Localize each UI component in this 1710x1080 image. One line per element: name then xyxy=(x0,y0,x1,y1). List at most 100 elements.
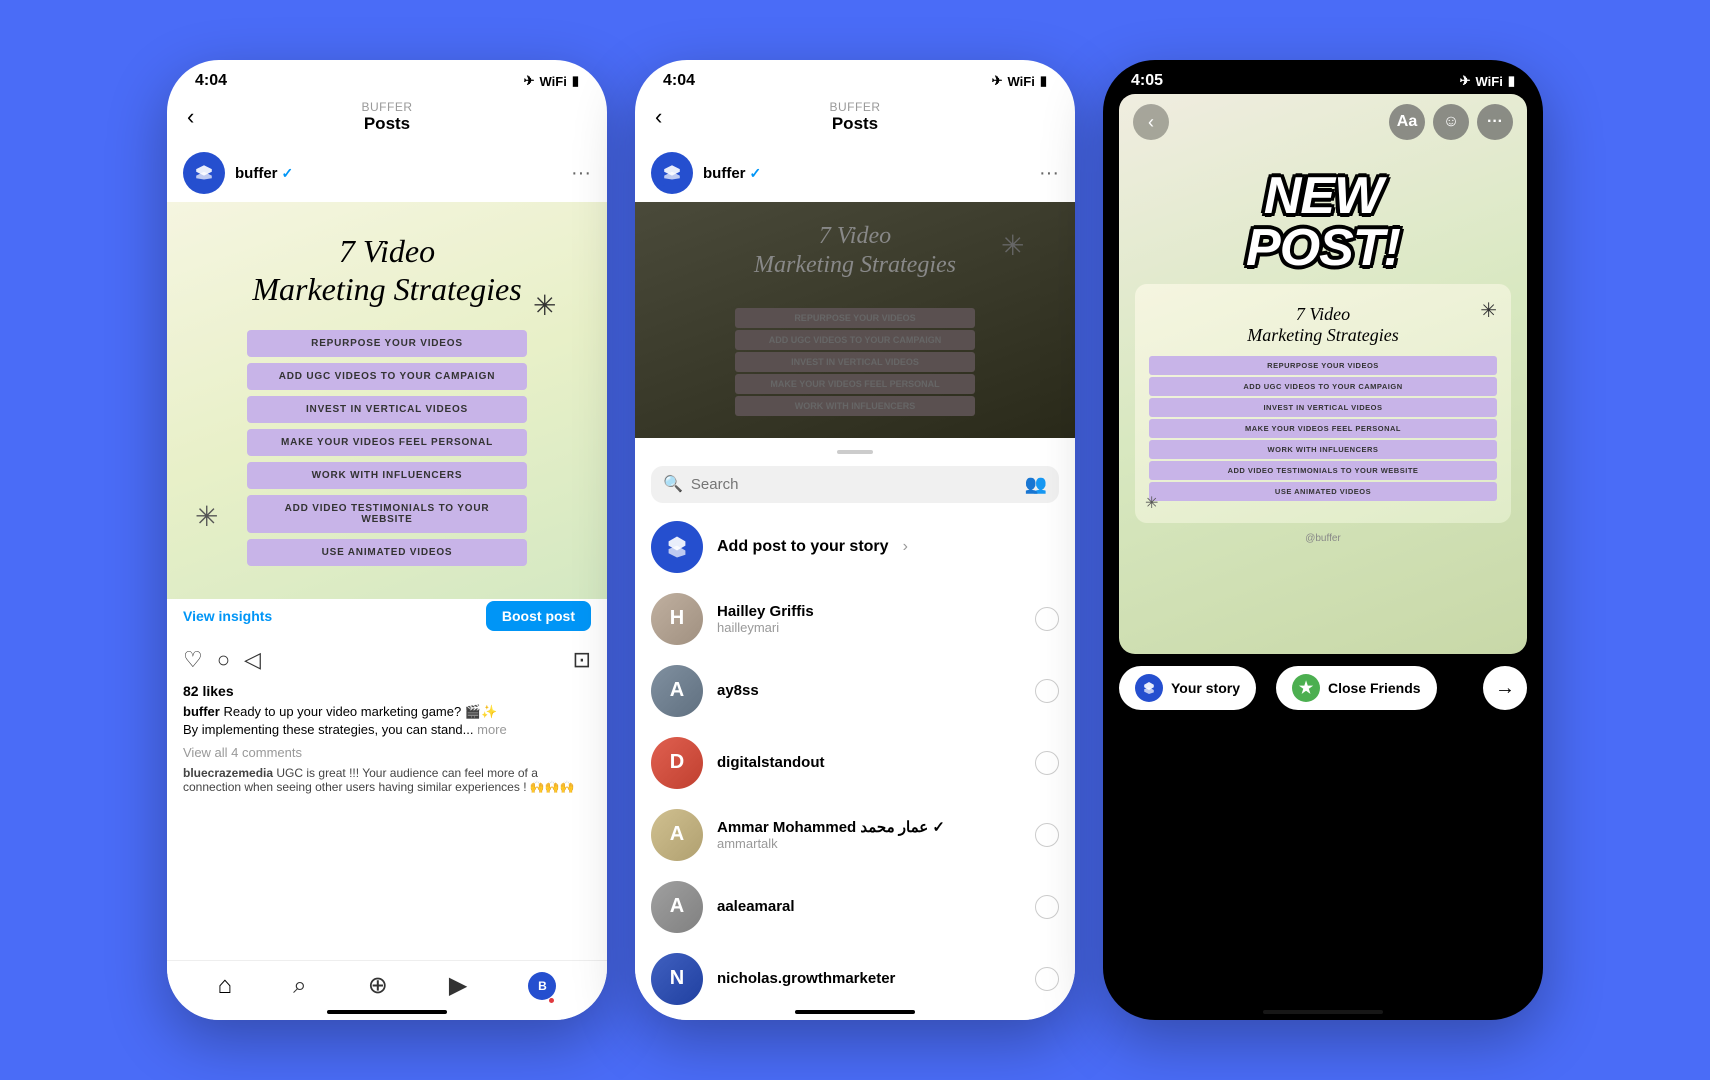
wifi-icon-2: WiFi xyxy=(1008,74,1035,89)
comment-row-1: bluecrazemedia UGC is great !!! Your aud… xyxy=(167,762,607,798)
caption-username: buffer xyxy=(183,704,220,719)
status-bar-2: 4:04 ✈ WiFi ▮ xyxy=(635,60,1075,94)
story-editor-area: ‹ Aa ☺ ··· NEW POST! 7 VideoMarketing St… xyxy=(1119,94,1527,654)
strategy-btn-1: REPURPOSE YOUR VIDEOS xyxy=(247,330,527,357)
add-to-story-text: Add post to your story xyxy=(717,538,889,556)
select-digital[interactable] xyxy=(1035,751,1059,775)
contact-name-aalea: aaleamaral xyxy=(717,898,1021,915)
post-image-1: 7 VideoMarketing Strategies ✳ REPURPOSE … xyxy=(167,202,607,599)
airplane-icon-2: ✈ xyxy=(992,73,1003,89)
add-person-icon[interactable]: 👥 xyxy=(1025,474,1047,495)
contact-nicholas-text: nicholas.growthmarketer xyxy=(717,970,1021,987)
insights-boost-row: View insights Boost post xyxy=(167,599,607,639)
strategy-btn-5: WORK WITH INFLUENCERS xyxy=(247,462,527,489)
new-post-line1: NEW xyxy=(1139,170,1507,222)
status-bar-1: 4:04 ✈ WiFi ▮ xyxy=(167,60,607,94)
select-ammar[interactable] xyxy=(1035,823,1059,847)
nav-reels-icon[interactable]: ▶ xyxy=(449,971,467,1000)
story-strategy-1: REPURPOSE YOUR VIDEOS xyxy=(1149,356,1497,375)
search-bar[interactable]: 🔍 👥 xyxy=(651,466,1059,503)
your-story-button[interactable]: Your story xyxy=(1119,666,1256,710)
select-ay8ss[interactable] xyxy=(1035,679,1059,703)
caption-continuation: By implementing these strategies, you ca… xyxy=(183,722,477,737)
avatar-1[interactable] xyxy=(183,152,225,194)
back-button-1[interactable]: ‹ xyxy=(187,104,194,130)
text-tool-button[interactable]: Aa xyxy=(1389,104,1425,140)
battery-icon-3: ▮ xyxy=(1508,73,1515,89)
nav-home-icon[interactable]: ⌂ xyxy=(218,972,233,1000)
caption-1: buffer Ready to up your video marketing … xyxy=(167,701,607,743)
strategy-btn-3: INVEST IN VERTICAL VIDEOS xyxy=(247,396,527,423)
contact-name-nicholas: nicholas.growthmarketer xyxy=(717,970,1021,987)
airplane-icon: ✈ xyxy=(524,73,535,89)
profile-row-2: buffer ✓ ··· xyxy=(635,144,1075,202)
strategy-btn-4: MAKE YOUR VIDEOS FEEL PERSONAL xyxy=(247,429,527,456)
profile-row-1: buffer ✓ ··· xyxy=(167,144,607,202)
more-button-2[interactable]: ··· xyxy=(1039,162,1059,185)
contact-nicholas[interactable]: N nicholas.growthmarketer xyxy=(635,943,1075,1015)
verified-badge-2: ✓ xyxy=(750,165,762,182)
sticker-tool-button[interactable]: ☺ xyxy=(1433,104,1469,140)
select-nicholas[interactable] xyxy=(1035,967,1059,991)
like-icon[interactable]: ♡ xyxy=(183,647,203,673)
profile-name-2: buffer ✓ xyxy=(703,165,1029,182)
view-insights-link[interactable]: View insights xyxy=(183,608,272,624)
contact-digital-text: digitalstandout xyxy=(717,754,1021,771)
page-label-2: Posts xyxy=(830,114,881,134)
add-to-story-item[interactable]: Add post to your story › xyxy=(635,511,1075,583)
post-title-dark: 7 VideoMarketing Strategies xyxy=(754,222,956,280)
action-row-1: ♡ ○ ◁ ⊡ xyxy=(167,639,607,681)
contact-ay8ss[interactable]: A ay8ss xyxy=(635,655,1075,727)
story-watermark: @buffer xyxy=(1119,533,1527,544)
more-button-1[interactable]: ··· xyxy=(571,162,591,185)
nav-profile-icon[interactable]: B xyxy=(528,972,556,1000)
time-1: 4:04 xyxy=(195,72,227,90)
contact-aalea[interactable]: A aaleamaral xyxy=(635,871,1075,943)
caption-text: Ready to up your video marketing game? 🎬… xyxy=(223,704,497,719)
bookmark-icon[interactable]: ⊡ xyxy=(573,647,591,673)
avatar-2[interactable] xyxy=(651,152,693,194)
starburst-icon-1: ✳ xyxy=(533,292,577,336)
time-3: 4:05 xyxy=(1131,72,1163,90)
select-hailley[interactable] xyxy=(1035,607,1059,631)
select-aalea[interactable] xyxy=(1035,895,1059,919)
battery-icon-2: ▮ xyxy=(1040,73,1047,89)
search-input[interactable] xyxy=(691,476,1017,493)
starburst-icon-2: ✳ xyxy=(195,503,231,539)
strategy-btn-2: ADD UGC VIDEOS TO YOUR CAMPAIGN xyxy=(247,363,527,390)
nav-search-icon[interactable]: ⌕ xyxy=(293,972,306,1000)
avatar-aalea: A xyxy=(651,881,703,933)
boost-post-button[interactable]: Boost post xyxy=(486,601,591,631)
contact-hailley[interactable]: H Hailley Griffis hailleymari xyxy=(635,583,1075,655)
story-starburst-icon-2: ✳ xyxy=(1145,493,1158,513)
home-bar-1 xyxy=(327,1010,447,1014)
story-header-bar: ‹ Aa ☺ ··· xyxy=(1119,94,1527,150)
view-comments-link[interactable]: View all 4 comments xyxy=(167,743,607,762)
status-icons-1: ✈ WiFi ▮ xyxy=(524,73,579,89)
avatar-nicholas: N xyxy=(651,953,703,1005)
battery-icon: ▮ xyxy=(572,73,579,89)
new-post-badge: NEW POST! xyxy=(1119,150,1527,284)
avatar-ay8ss: A xyxy=(651,665,703,717)
time-2: 4:04 xyxy=(663,72,695,90)
close-friends-label: Close Friends xyxy=(1328,680,1421,696)
story-next-button[interactable]: → xyxy=(1483,666,1527,710)
contact-ammar[interactable]: A Ammar Mohammed عمار محمد ✓ ammartalk xyxy=(635,799,1075,871)
close-friends-button[interactable]: ★ Close Friends xyxy=(1276,666,1437,710)
story-avatar xyxy=(651,521,703,573)
nav-title-2: BUFFER Posts xyxy=(830,100,881,134)
story-card-title: 7 VideoMarketing Strategies xyxy=(1149,304,1497,346)
status-icons-3: ✈ WiFi ▮ xyxy=(1460,73,1515,89)
more-tool-button[interactable]: ··· xyxy=(1477,104,1513,140)
story-back-button[interactable]: ‹ xyxy=(1133,104,1169,140)
caption-more[interactable]: more xyxy=(477,722,507,737)
back-button-2[interactable]: ‹ xyxy=(655,104,662,130)
nav-add-icon[interactable]: ⊕ xyxy=(368,971,388,1000)
wifi-icon-3: WiFi xyxy=(1476,74,1503,89)
top-nav-1: ‹ BUFFER Posts xyxy=(167,94,607,144)
contact-digital[interactable]: D digitalstandout xyxy=(635,727,1075,799)
strategy-btn-7: USE ANIMATED VIDEOS xyxy=(247,539,527,566)
share-icon[interactable]: ◁ xyxy=(244,647,261,673)
sheet-handle xyxy=(837,450,873,454)
comment-icon[interactable]: ○ xyxy=(217,647,230,673)
